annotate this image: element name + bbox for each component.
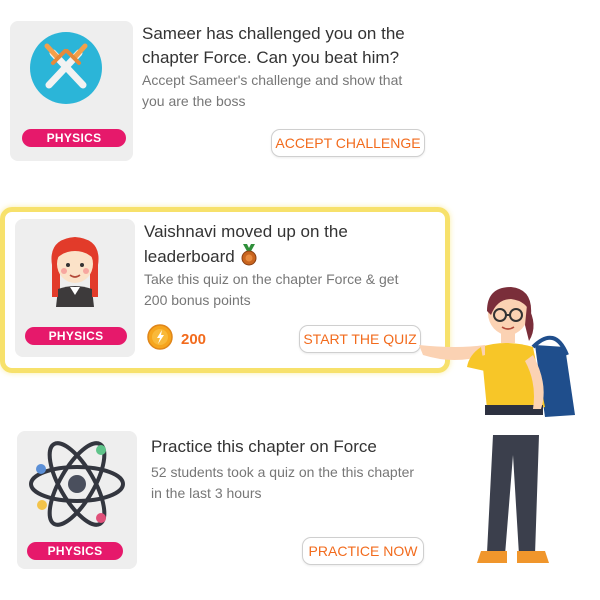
coin-icon — [147, 323, 173, 355]
card-description: 52 students took a quiz on the this chap… — [151, 464, 415, 501]
leaderboard-thumbnail: PHYSICS — [15, 219, 135, 357]
bonus-points: 200 — [147, 323, 207, 355]
points-value: 200 — [181, 330, 207, 348]
subject-badge: PHYSICS — [25, 327, 127, 345]
subject-badge: PHYSICS — [27, 542, 123, 560]
subject-badge: PHYSICS — [22, 129, 126, 147]
start-quiz-button[interactable]: START THE QUIZ — [299, 325, 421, 353]
accept-challenge-button[interactable]: ACCEPT CHALLENGE — [271, 129, 425, 157]
crossed-swords-icon — [29, 31, 103, 110]
card-title: Sameer has challenged you on the chapter… — [142, 24, 405, 67]
card-description: Accept Sameer's challenge and show that … — [142, 72, 403, 109]
girl-avatar-icon — [42, 231, 108, 312]
teacher-illustration-icon — [415, 285, 590, 585]
practice-thumbnail: PHYSICS — [17, 431, 137, 569]
atom-icon — [27, 439, 127, 534]
card-title: Practice this chapter on Force — [151, 437, 377, 456]
card-description: Take this quiz on the chapter Force & ge… — [144, 271, 399, 308]
card-title: Vaishnavi moved up on the leaderboard — [144, 220, 424, 273]
practice-now-button[interactable]: PRACTICE NOW — [302, 537, 424, 565]
challenge-thumbnail: PHYSICS — [10, 21, 133, 161]
